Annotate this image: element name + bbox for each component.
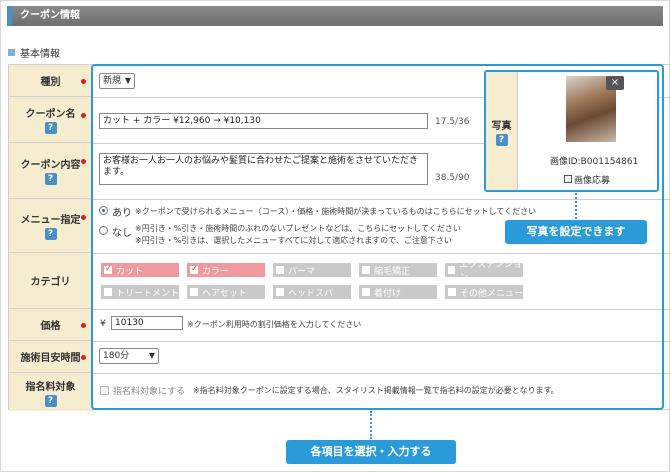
photo-apply-checkbox[interactable] [564,175,572,183]
photo-callout-connector [575,193,577,219]
photo-label: 写真 ? [486,72,518,190]
help-icon[interactable]: ? [495,133,508,146]
required-dot-icon [81,159,86,164]
photo-panel: 写真 ? × 画像ID:B001154861 画像応募 [484,70,659,192]
page-header: クーポン情報 [7,6,663,26]
required-dot-icon [81,323,86,328]
label-category: カテゴリ [9,253,93,309]
section-title: 基本情報 [20,49,60,60]
help-icon[interactable]: ? [44,122,57,134]
help-icon[interactable]: ? [44,173,57,185]
close-icon[interactable]: × [606,76,624,90]
required-dot-icon [81,113,86,118]
required-dot-icon [81,355,86,360]
section-marker-icon [8,49,15,56]
label-coupon-content: クーポン内容 ? [9,143,93,199]
fields-callout: 各項目を選択・入力する [286,440,456,464]
fields-callout-connector [370,411,372,439]
help-icon[interactable]: ? [44,228,57,240]
section-heading: 基本情報 [8,45,60,60]
page-title: クーポン情報 [20,10,80,21]
required-dot-icon [81,215,86,220]
label-nomination: 指名料対象 ? [9,373,93,411]
photo-image-id: 画像ID:B001154861 [550,157,639,167]
label-menu: メニュー指定 ? [9,199,93,253]
label-coupon-name: クーポン名 ? [9,97,93,143]
help-icon[interactable]: ? [44,394,57,407]
photo-callout: 写真を設定できます [505,220,647,244]
required-dot-icon [81,79,86,84]
